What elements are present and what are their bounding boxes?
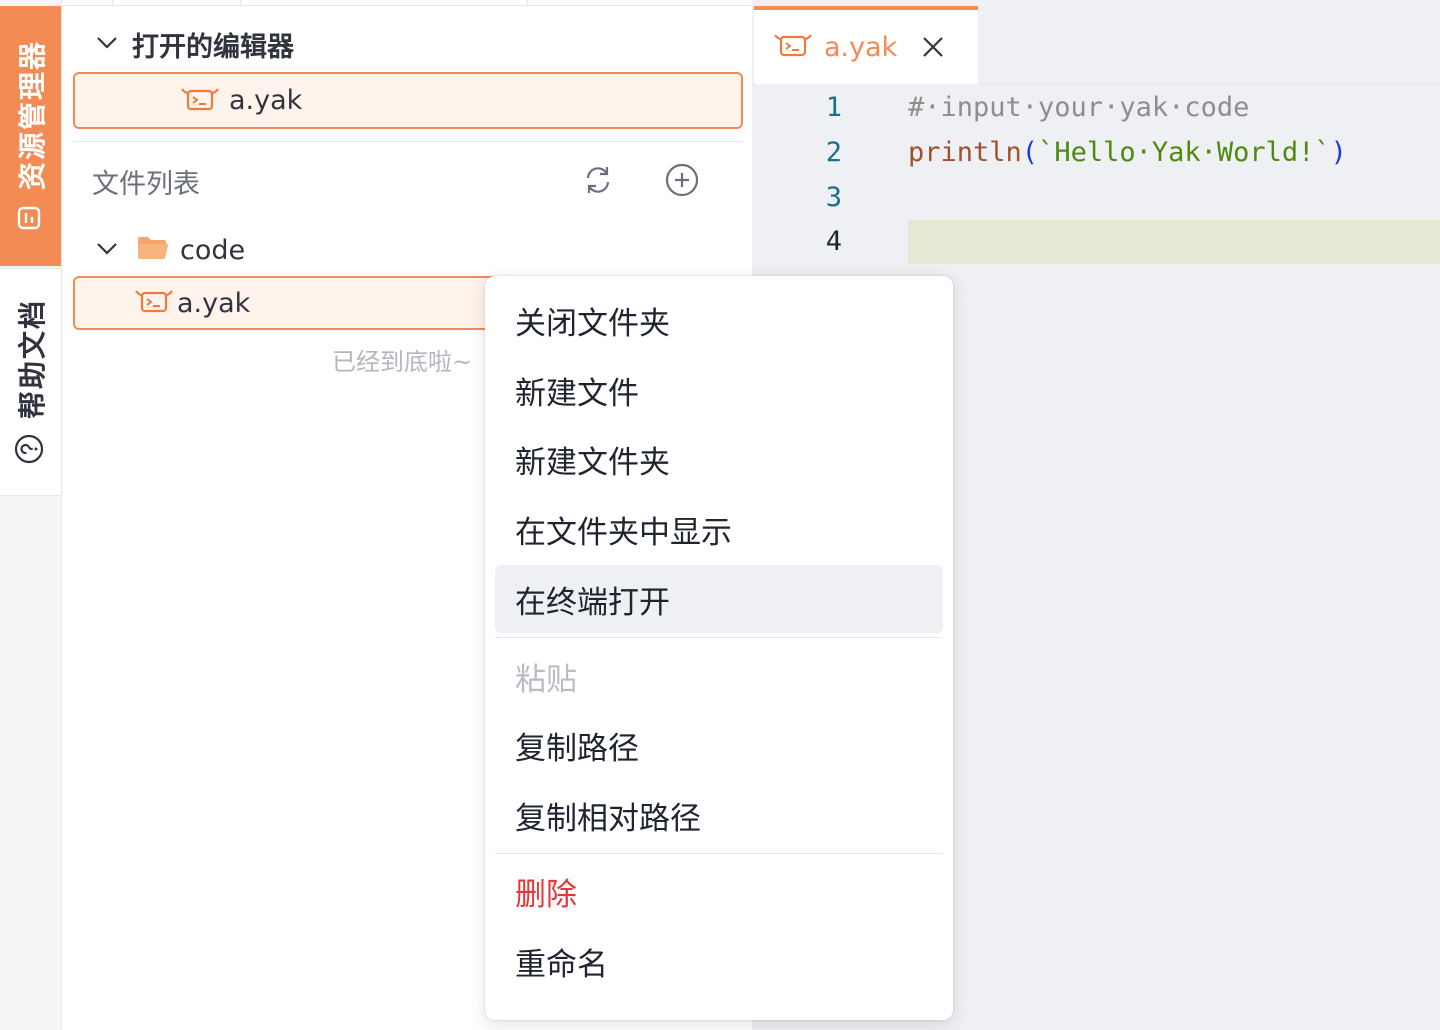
folder-row-code[interactable]: code <box>94 228 245 272</box>
menu-item-paste: 粘贴 <box>515 661 577 698</box>
menu-item-new-folder[interactable]: 新建文件夹 <box>495 425 943 493</box>
code-comment: #·input·your·yak·code <box>908 92 1250 123</box>
tab-help-docs[interactable]: 帮助文档 <box>0 268 61 496</box>
editor-tab-a-yak[interactable]: a.yak <box>754 6 978 84</box>
list-end-text: 已经到底啦~ <box>332 348 473 376</box>
code-line: 4 <box>752 220 1440 264</box>
tab-name: a.yak <box>824 31 898 63</box>
code-paren-open: ( <box>1021 137 1039 168</box>
code-line: 3 <box>752 176 1440 220</box>
file-name: a.yak <box>177 287 251 319</box>
menu-item-copy-path[interactable]: 复制路径 <box>495 711 943 779</box>
tab-resource-manager[interactable]: 资源管理器 <box>0 6 61 266</box>
file-list-title: 文件列表 <box>92 169 200 200</box>
code-string: `Hello·Yak·World!` <box>1038 137 1331 168</box>
open-editor-item[interactable]: a.yak <box>73 72 743 129</box>
yak-file-icon <box>179 85 221 117</box>
yak-ide-window: 资源管理器 帮助文档 打开的编辑器 a.yak 文件列表 code a.yak … <box>0 0 1440 1030</box>
folder-name: code <box>180 234 246 266</box>
panel-top-strip <box>62 0 752 6</box>
refresh-icon <box>581 163 615 201</box>
add-circle-icon <box>664 162 700 202</box>
yak-file-icon <box>133 287 175 319</box>
code-line: 2 println(`Hello·Yak·World!`) <box>752 131 1440 175</box>
line-number: 1 <box>825 92 842 123</box>
open-editor-name: a.yak <box>229 85 303 116</box>
code-paren-close: ) <box>1330 137 1347 168</box>
menu-item-rename[interactable]: 重命名 <box>495 927 943 995</box>
tab-label: 资源管理器 <box>15 39 49 191</box>
menu-item-open-in-terminal[interactable]: 在终端打开 <box>495 565 943 633</box>
open-editors-header[interactable]: 打开的编辑器 <box>94 24 294 64</box>
menu-separator <box>495 637 943 638</box>
close-icon[interactable] <box>921 35 945 59</box>
menu-separator <box>495 853 943 854</box>
add-file-button[interactable] <box>662 162 702 202</box>
open-editors-title: 打开的编辑器 <box>132 31 294 63</box>
folder-open-icon <box>136 234 170 266</box>
context-menu: 关闭文件夹 新建文件 新建文件夹 在文件夹中显示 在终端打开 粘贴 复制路径 复… <box>485 276 953 1020</box>
menu-item-new-file[interactable]: 新建文件 <box>495 356 943 424</box>
yak-file-icon <box>772 31 814 63</box>
menu-item-delete[interactable]: 删除 <box>495 857 943 925</box>
menu-item-reveal-in-folder[interactable]: 在文件夹中显示 <box>495 495 943 563</box>
line-number: 4 <box>825 226 842 257</box>
question-circle-icon <box>13 433 49 465</box>
activity-bar: 资源管理器 帮助文档 <box>0 0 62 1030</box>
section-divider <box>73 141 743 142</box>
code-line: 1 #·input·your·yak·code <box>752 86 1440 130</box>
document-icon <box>15 204 47 232</box>
refresh-button[interactable] <box>578 162 618 202</box>
line-number: 2 <box>825 137 842 168</box>
menu-item-close-folder[interactable]: 关闭文件夹 <box>495 286 943 354</box>
chevron-down-icon <box>94 235 120 265</box>
menu-item-copy-relative-path[interactable]: 复制相对路径 <box>495 781 943 849</box>
code-function: println <box>908 137 1022 168</box>
tab-label: 帮助文档 <box>15 298 49 420</box>
editor-tab-bar: a.yak <box>752 0 1440 84</box>
code-text: println(`Hello·Yak·World!`) <box>908 131 1347 175</box>
chevron-down-icon <box>94 29 120 59</box>
line-number: 3 <box>825 182 842 213</box>
